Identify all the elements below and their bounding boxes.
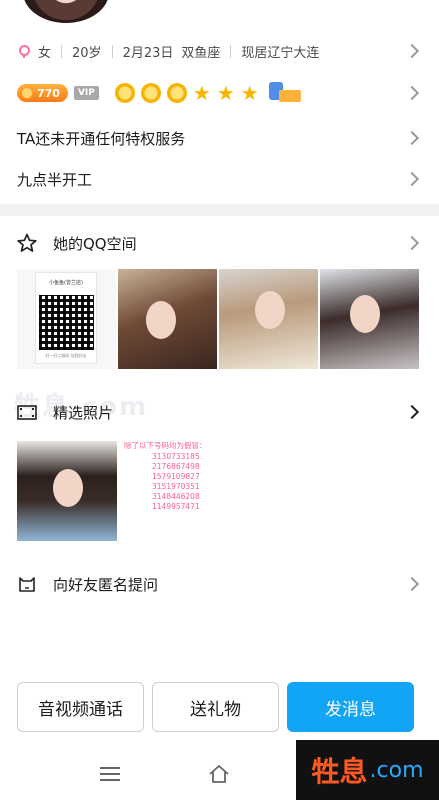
- picked-photos-title: 精选照片: [53, 403, 114, 422]
- gender-text: 女: [38, 45, 52, 61]
- photo-face: [350, 295, 380, 333]
- divider: [61, 44, 63, 58]
- photo-face: [255, 291, 285, 329]
- chevron-right-icon: [404, 130, 420, 146]
- coin-icon: [21, 87, 33, 99]
- female-icon: [18, 45, 30, 58]
- qr-name: 小鱼鱼(曾兰店): [49, 280, 83, 286]
- video-call-button[interactable]: 音视频通话: [17, 682, 144, 732]
- picked-photo-note[interactable]: 除了以下号码均为假冒： 3130733185 2176867498 157910…: [124, 441, 224, 541]
- star-level-icon: ★: [240, 81, 259, 105]
- anonymous-ask-row[interactable]: 向好友匿名提问: [0, 564, 439, 604]
- star-level-icon: ★: [216, 81, 235, 105]
- star-level-icon: ★: [192, 81, 211, 105]
- zodiac-text: 双鱼座: [181, 45, 221, 61]
- chevron-right-icon: [404, 43, 420, 59]
- film-icon: [17, 402, 37, 422]
- divider: [230, 44, 232, 58]
- qq-photo[interactable]: [219, 269, 318, 369]
- profile-avatar[interactable]: [20, 0, 112, 26]
- location-text: 现居辽宁大连: [241, 45, 320, 61]
- qq-photo[interactable]: [118, 269, 217, 369]
- note-heading: 除了以下号码均为假冒：: [124, 441, 207, 450]
- birthday-text: 2月23日: [122, 45, 174, 61]
- profile-info-row[interactable]: 女 20岁 2月23日 双鱼座 现居辽宁大连: [0, 38, 439, 64]
- signature-text: 九点半开工: [17, 170, 93, 189]
- note-number: 3151970351: [152, 482, 200, 491]
- star-outline-icon: [17, 233, 37, 253]
- privilege-row[interactable]: TA还未开通任何特权服务: [0, 118, 439, 158]
- sun-level-icon: [114, 83, 135, 103]
- level-badges-row[interactable]: 770 VIP ★ ★ ★: [0, 78, 439, 108]
- anonymous-ask-label: 向好友匿名提问: [53, 575, 159, 594]
- note-number: 2176867498: [152, 462, 200, 471]
- coin-value: 770: [37, 86, 60, 100]
- qr-note: 扫一扫二维码 加我好友: [45, 353, 87, 358]
- qq-space-header[interactable]: 她的QQ空间: [0, 223, 439, 263]
- home-icon[interactable]: [208, 764, 230, 784]
- cat-icon: [17, 574, 37, 594]
- photo-face: [53, 469, 83, 507]
- qq-space-title: 她的QQ空间: [53, 234, 137, 253]
- send-gift-button[interactable]: 送礼物: [152, 682, 279, 732]
- note-number: 1149957471: [152, 502, 200, 511]
- qq-space-photos: 小鱼鱼(曾兰店) 扫一扫二维码 加我好友: [17, 269, 419, 369]
- vip-badge: VIP: [73, 86, 99, 100]
- privilege-text: TA还未开通任何特权服务: [17, 129, 186, 148]
- note-number: 1579109827: [152, 472, 200, 481]
- note-number: 3148446208: [152, 492, 200, 501]
- chevron-right-icon: [404, 171, 420, 187]
- qq-photo-qrcode[interactable]: 小鱼鱼(曾兰店) 扫一扫二维码 加我好友: [17, 269, 116, 369]
- divider: [111, 44, 113, 58]
- signature-row[interactable]: 九点半开工: [0, 159, 439, 199]
- chevron-right-icon: [404, 576, 420, 592]
- picked-photos-header[interactable]: 精选照片: [0, 392, 439, 432]
- chevron-right-icon: [404, 404, 420, 420]
- coin-badge: 770: [17, 84, 68, 102]
- age-text: 20岁: [72, 45, 102, 61]
- chevron-right-icon: [404, 85, 420, 101]
- qr-code-image: [39, 295, 94, 350]
- photo-face: [146, 301, 176, 339]
- watermark-logo-domain: .com: [369, 757, 424, 783]
- sun-level-icon: [166, 83, 187, 103]
- note-number: 3130733185: [152, 452, 200, 461]
- qq-photo[interactable]: [320, 269, 419, 369]
- section-divider: [0, 204, 439, 216]
- bottom-action-bar: 音视频通话 送礼物 发消息: [17, 682, 414, 732]
- sun-level-icon: [140, 83, 161, 103]
- chevron-right-icon: [404, 235, 420, 251]
- menu-icon[interactable]: [100, 767, 120, 781]
- watermark-logo: 牲息 .com: [296, 740, 439, 800]
- watermark-logo-zh: 牲息: [311, 755, 368, 788]
- picked-photo[interactable]: [17, 441, 117, 541]
- rank-badge-icon: [268, 82, 301, 104]
- send-message-button[interactable]: 发消息: [287, 682, 414, 732]
